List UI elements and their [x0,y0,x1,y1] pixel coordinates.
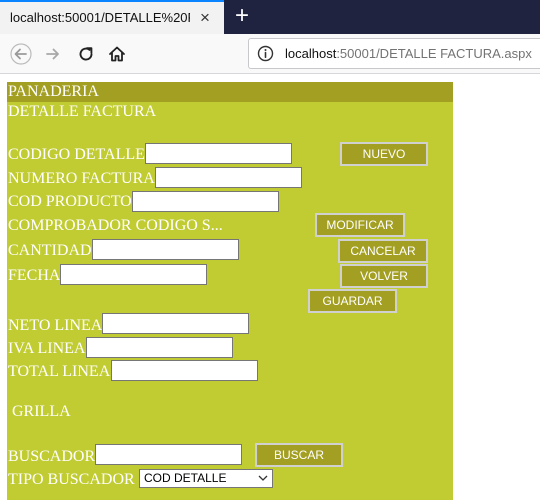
header-bar: PANADERIA [7,82,453,102]
numero-factura-input[interactable] [155,167,302,188]
volver-button[interactable]: VOLVER [340,264,428,288]
comprobador-label: COMPROBADOR CODIGO S... [8,217,223,234]
nuevo-button[interactable]: NUEVO [340,142,428,166]
iva-linea-label: IVA LINEA [8,340,86,357]
tab-title: localhost:50001/DETALLE%20FACTURA.aspx [10,10,190,25]
buscar-button[interactable]: BUSCAR [255,443,343,467]
address-bar[interactable]: localhost:50001/DETALLE FACTURA.aspx [248,38,540,69]
neto-linea-input[interactable] [102,313,249,334]
tab-close-icon[interactable]: × [200,8,210,28]
fecha-input[interactable] [60,264,207,285]
neto-linea-label: NETO LINEA [8,317,103,334]
buscador-label: BUSCADOR [8,448,96,465]
buscador-input[interactable] [95,444,242,465]
url-host: localhost [285,46,337,61]
modificar-button[interactable]: MODIFICAR [315,213,405,237]
chevron-down-icon [258,471,268,491]
fecha-label: FECHA [8,267,61,284]
browser-nav-bar: localhost:50001/DETALLE FACTURA.aspx [0,34,540,74]
home-icon[interactable] [104,41,130,67]
numero-factura-label: NUMERO FACTURA [8,170,155,187]
back-arrow-icon[interactable] [8,41,34,67]
tipo-buscador-label: TIPO BUSCADOR [8,471,135,488]
tipo-buscador-select[interactable]: COD DETALLE [139,469,273,488]
browser-tab-bar: localhost:50001/DETALLE%20FACTURA.aspx ×… [0,0,540,34]
cod-producto-label: COD PRODUCTO [8,193,132,210]
cantidad-input[interactable] [92,239,239,260]
cantidad-label: CANTIDAD [8,242,92,259]
new-tab-icon[interactable]: + [230,2,254,30]
grilla-label: GRILLA [12,403,71,420]
url-text: localhost:50001/DETALLE FACTURA.aspx [285,46,532,61]
cancelar-button[interactable]: CANCELAR [338,239,428,263]
cod-producto-input[interactable] [132,191,279,212]
page-form-panel: PANADERIA DETALLE FACTURA CODIGO DETALLE… [7,82,453,500]
reload-icon[interactable] [73,41,99,67]
page-title: DETALLE FACTURA [8,103,157,120]
total-linea-label: TOTAL LINEA [8,363,111,380]
url-path: :50001/DETALLE FACTURA.aspx [336,46,532,61]
guardar-button[interactable]: GUARDAR [308,289,397,313]
tipo-buscador-selected-value: COD DETALLE [144,471,227,485]
iva-linea-input[interactable] [86,337,233,358]
total-linea-input[interactable] [111,360,258,381]
header-title: PANADERIA [8,83,99,100]
info-icon[interactable] [257,45,274,67]
forward-arrow-icon[interactable] [40,41,66,67]
codigo-detalle-label: CODIGO DETALLE [8,146,145,163]
codigo-detalle-input[interactable] [145,143,292,164]
browser-tab[interactable]: localhost:50001/DETALLE%20FACTURA.aspx × [0,0,224,34]
